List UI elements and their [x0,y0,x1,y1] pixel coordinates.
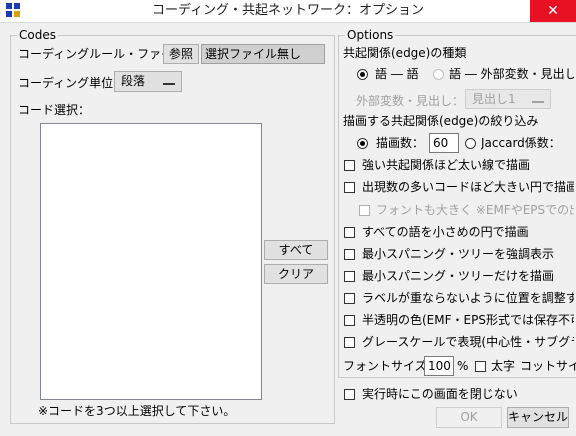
unit-dropdown[interactable]: 段落 [114,71,182,92]
check-thick-lines[interactable] [344,160,355,171]
code-select-label: コード選択： [18,103,91,117]
ok-button[interactable]: OK [436,407,502,428]
check-bold[interactable] [475,361,486,372]
ext-var-dropdown[interactable]: 見出し1 [465,89,551,109]
radio-word-word[interactable] [357,69,368,80]
check-large-font[interactable] [359,205,370,216]
jaccard-label: Jaccard係数： [481,136,561,150]
unit-value: 段落 [121,74,146,88]
ext-var-label: 外部変数・見出し： [356,94,465,108]
selection-note: ※コードを3つ以上選択して下さい。 [38,404,236,418]
check-large-circles[interactable] [344,182,355,193]
radio-word-word-label: 語 ― 語 [375,67,419,81]
browse-button[interactable]: 参照 [163,44,199,64]
cancel-button[interactable]: キャンセル [507,407,569,428]
radio-word-var-label: 語 ― 外部変数・見出し [449,67,574,81]
dropdown-bar-icon [163,80,175,85]
check-translucent[interactable] [344,315,355,326]
draw-count-input[interactable]: 60 [429,133,459,153]
unit-label: コーディング単位： [18,76,126,90]
close-icon: ✕ [547,3,559,19]
cotsize-label: コットサイズ [520,359,576,373]
rule-file-field: 選択ファイル無し [201,44,325,64]
title-bar: コーディング・共起ネットワーク：オプション ✕ [0,0,576,23]
check-large-circles-label: 出現数の多いコードほど大きい円で描画 [362,180,574,194]
select-all-button[interactable]: すべて [264,240,328,260]
edge-filter-label: 描画する共起関係(edge)の絞り込み [343,114,539,128]
check-grayscale-label: グレースケールで表現(中心性・サブグラフ) [362,335,574,349]
close-on-run-label: 実行時にこの画面を閉じない [362,387,518,401]
check-bold-label: 太字 [491,359,516,373]
check-mst-only[interactable] [344,271,355,282]
check-label-adjust-label: ラベルが重ならないように位置を調整する [362,291,574,305]
codes-legend: Codes [19,28,56,42]
draw-count-label: 描画数： [376,136,425,150]
check-translucent-label: 半透明の色(EMF・EPS形式では保存不可) [362,313,574,327]
font-size-input[interactable]: 100 [424,356,454,376]
check-small-circles-label: すべての語を小さめの円で描画 [362,225,529,239]
check-close-on-run[interactable] [344,389,355,400]
check-grayscale[interactable] [344,337,355,348]
ext-var-value: 見出し1 [472,92,516,106]
font-size-unit: % [457,359,469,373]
dropdown-bar-icon [532,98,544,103]
radio-jaccard[interactable] [465,138,476,149]
check-mst-highlight[interactable] [344,249,355,260]
check-label-adjust[interactable] [344,293,355,304]
window-title: コーディング・共起ネットワーク：オプション [151,3,425,18]
code-listbox[interactable] [40,123,262,400]
edge-type-label: 共起関係(edge)の種類 [343,46,467,60]
check-large-font-label: フォントも大きく ※EMFやEPSでの出力・印刷向け [376,203,574,217]
check-thick-lines-label: 強い共起関係ほど太い線で描画 [362,158,531,172]
radio-draw-count[interactable] [357,138,368,149]
close-window-button[interactable]: ✕ [530,0,576,22]
radio-word-var[interactable] [433,69,444,80]
check-mst-only-label: 最小スパニング・ツリーだけを描画 [362,269,555,283]
check-mst-highlight-label: 最小スパニング・ツリーを強調表示 [362,247,555,261]
clear-button[interactable]: クリア [264,264,328,284]
check-small-circles[interactable] [344,227,355,238]
options-legend: Options [347,28,394,42]
